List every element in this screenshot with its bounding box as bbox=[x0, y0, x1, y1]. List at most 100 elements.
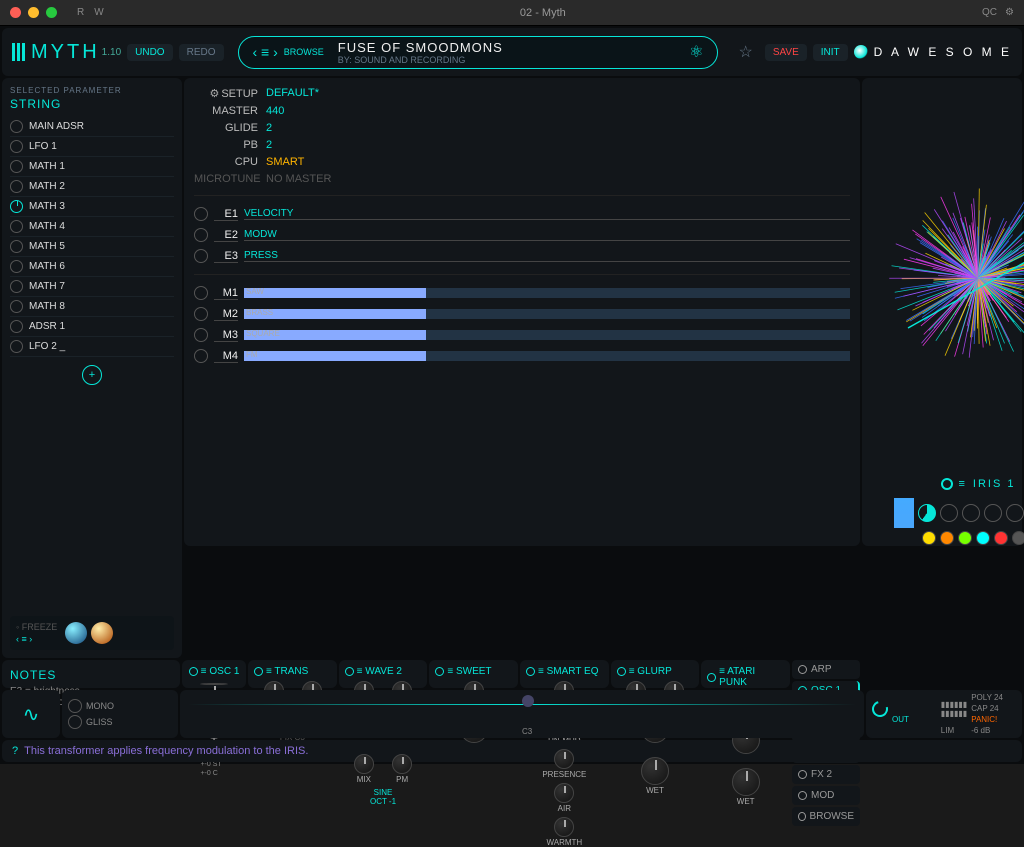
module-title[interactable]: ≡ GLURP bbox=[617, 666, 694, 677]
cpu-value[interactable]: SMART bbox=[266, 156, 850, 168]
iris1-slot-4[interactable] bbox=[994, 531, 1008, 545]
mod-source-math-4[interactable]: MATH 4 bbox=[10, 217, 174, 237]
mod-source-lfo-1[interactable]: LFO 1 bbox=[10, 137, 174, 157]
mod-source-math-7[interactable]: MATH 7 bbox=[10, 277, 174, 297]
mod-source-math-1[interactable]: MATH 1 bbox=[10, 157, 174, 177]
mono-ring[interactable] bbox=[68, 699, 82, 713]
m1-slider[interactable]: SAW bbox=[244, 288, 850, 298]
mod-source-math-2[interactable]: MATH 2 bbox=[10, 177, 174, 197]
presence-knob[interactable] bbox=[554, 749, 574, 769]
m2-slider[interactable]: BRASS bbox=[244, 309, 850, 319]
mod-ring-icon[interactable] bbox=[10, 300, 23, 313]
e2-ring[interactable] bbox=[194, 228, 208, 242]
mod-ring-icon[interactable] bbox=[10, 220, 23, 233]
browse-label[interactable]: BROWSE bbox=[284, 47, 324, 57]
mod-source-main-adsr[interactable]: MAIN ADSR bbox=[10, 117, 174, 137]
add-modulation-button[interactable]: + bbox=[82, 365, 102, 385]
close-icon[interactable] bbox=[10, 7, 21, 18]
master-value[interactable]: 440 bbox=[266, 105, 850, 117]
iris1-ctrl-0[interactable] bbox=[918, 504, 936, 522]
pb-value[interactable]: 2 bbox=[266, 139, 850, 151]
mono-label[interactable]: MONO bbox=[86, 701, 114, 711]
iris1-ctrl-4[interactable] bbox=[1006, 504, 1024, 522]
tool-w[interactable]: W bbox=[94, 7, 103, 18]
minimize-icon[interactable] bbox=[28, 7, 39, 18]
iris1-slot-5[interactable] bbox=[1012, 531, 1024, 545]
tab-browse[interactable]: BROWSE bbox=[792, 807, 860, 826]
iris-1-visual[interactable] bbox=[868, 84, 1024, 472]
module-title[interactable]: ≡ ATARI PUNK bbox=[707, 666, 784, 688]
atom-icon[interactable]: ⚛ bbox=[689, 42, 703, 62]
module-title[interactable]: ≡ WAVE 2 bbox=[345, 666, 422, 677]
tool-r[interactable]: R bbox=[77, 7, 84, 18]
wave 2-mix-knob[interactable] bbox=[354, 754, 374, 774]
mod-source-math-6[interactable]: MATH 6 bbox=[10, 257, 174, 277]
e3-value[interactable]: PRESS bbox=[244, 250, 850, 262]
mod-ring-icon[interactable] bbox=[10, 280, 23, 293]
m2-ring[interactable] bbox=[194, 307, 208, 321]
mod-ring-icon[interactable] bbox=[10, 120, 23, 133]
mod-source-math-5[interactable]: MATH 5 bbox=[10, 237, 174, 257]
iris1-ctrl-3[interactable] bbox=[984, 504, 1002, 522]
glurp-wet-knob[interactable] bbox=[641, 757, 669, 785]
window-controls[interactable] bbox=[10, 7, 57, 18]
freeze-orb-1[interactable] bbox=[65, 622, 87, 644]
freeze-nav[interactable]: ‹ ≡ › bbox=[16, 634, 57, 644]
tab-mod[interactable]: MOD bbox=[792, 786, 860, 805]
redo-button[interactable]: REDO bbox=[179, 44, 224, 61]
e3-ring[interactable] bbox=[194, 249, 208, 263]
module-title[interactable]: ≡ SMART EQ bbox=[526, 666, 603, 677]
glide-value[interactable]: 2 bbox=[266, 122, 850, 134]
tab-fx-2[interactable]: FX 2 bbox=[792, 765, 860, 784]
mod-ring-icon[interactable] bbox=[10, 200, 23, 213]
settings-icon[interactable]: ⚙ bbox=[1005, 7, 1014, 18]
iris1-slot-2[interactable] bbox=[958, 531, 972, 545]
wave-icon[interactable]: ∿ bbox=[2, 690, 60, 738]
mod-ring-icon[interactable] bbox=[10, 140, 23, 153]
air-knob[interactable] bbox=[554, 783, 574, 803]
osc1-wet-knob[interactable] bbox=[200, 683, 228, 685]
keyboard-indicator[interactable] bbox=[522, 695, 534, 707]
iris1-slot-0[interactable] bbox=[922, 531, 936, 545]
warmth-knob[interactable] bbox=[554, 817, 574, 837]
iris1-slot-1[interactable] bbox=[940, 531, 954, 545]
m3-ring[interactable] bbox=[194, 328, 208, 342]
help-icon[interactable]: ? bbox=[12, 745, 18, 757]
module-title[interactable]: ≡ SWEET bbox=[435, 666, 512, 677]
mod-source-adsr-1[interactable]: ADSR 1 bbox=[10, 317, 174, 337]
mod-source-math-3[interactable]: MATH 3 bbox=[10, 197, 174, 217]
mod-ring-icon[interactable] bbox=[10, 320, 23, 333]
m4-slider[interactable]: FM bbox=[244, 351, 850, 361]
init-button[interactable]: INIT bbox=[813, 44, 848, 61]
freeze-label[interactable]: FREEZE bbox=[22, 622, 58, 632]
wave 2-pm-knob[interactable] bbox=[392, 754, 412, 774]
iris1-slot-3[interactable] bbox=[976, 531, 990, 545]
mod-ring-icon[interactable] bbox=[10, 240, 23, 253]
mod-ring-icon[interactable] bbox=[10, 340, 23, 353]
preset-bar[interactable]: ‹ ≡ › BROWSE FUSE OF SMOODMONS BY: SOUND… bbox=[238, 36, 719, 69]
m1-ring[interactable] bbox=[194, 286, 208, 300]
e2-value[interactable]: MODW bbox=[244, 229, 850, 241]
mod-ring-icon[interactable] bbox=[10, 260, 23, 273]
iris1-triangle-icon[interactable] bbox=[894, 498, 914, 528]
gliss-ring[interactable] bbox=[68, 715, 82, 729]
module-title[interactable]: ≡ TRANS bbox=[254, 666, 331, 677]
gliss-label[interactable]: GLISS bbox=[86, 717, 113, 727]
save-button[interactable]: SAVE bbox=[765, 44, 807, 61]
mod-source-lfo-2-_[interactable]: LFO 2 _ bbox=[10, 337, 174, 357]
e1-ring[interactable] bbox=[194, 207, 208, 221]
iris-1-label[interactable]: ≡ IRIS 1 bbox=[868, 472, 1024, 496]
mod-ring-icon[interactable] bbox=[10, 160, 23, 173]
maximize-icon[interactable] bbox=[46, 7, 57, 18]
mod-source-math-8[interactable]: MATH 8 bbox=[10, 297, 174, 317]
mod-ring-icon[interactable] bbox=[10, 180, 23, 193]
qc-button[interactable]: QC bbox=[982, 7, 997, 18]
setup-preset-value[interactable]: DEFAULT* bbox=[266, 87, 850, 100]
keyboard-strip[interactable]: C3 bbox=[180, 690, 864, 738]
favorite-icon[interactable]: ☆ bbox=[738, 42, 752, 62]
setup-heading[interactable]: ⚙SETUP bbox=[194, 87, 258, 100]
freeze-orb-2[interactable] bbox=[91, 622, 113, 644]
e1-value[interactable]: VELOCITY bbox=[244, 208, 850, 220]
microtune-value[interactable]: NO MASTER bbox=[266, 173, 850, 185]
iris1-ctrl-1[interactable] bbox=[940, 504, 958, 522]
